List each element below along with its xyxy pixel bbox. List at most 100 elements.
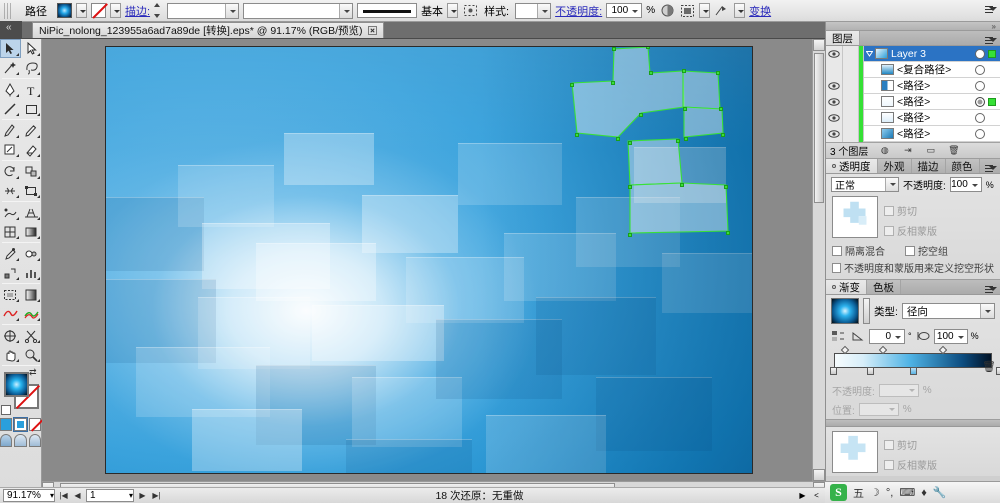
full-screen-mode-button[interactable] [28, 434, 41, 447]
gradient-panel-menu-icon[interactable] [985, 284, 997, 296]
tool-flyout-indicator[interactable] [16, 195, 19, 198]
tool-flyout-indicator[interactable] [37, 195, 40, 198]
keyboard-icon[interactable]: ⌨ [899, 486, 915, 499]
layer-row[interactable]: Layer 3 [826, 45, 1000, 62]
tab-primary[interactable]: 透明度 [826, 159, 878, 173]
tool-flyout-indicator[interactable] [16, 277, 19, 280]
transparency-panel-menu-icon[interactable] [985, 163, 997, 175]
isolate-blending-checkbox[interactable] [832, 245, 842, 256]
clip-checkbox-row-2[interactable]: 剪切 [884, 437, 1000, 452]
tool-flyout-indicator[interactable] [37, 135, 40, 138]
zoom-caret-icon[interactable]: ▾ [50, 491, 54, 500]
dock-expand-icon[interactable]: » [992, 22, 996, 31]
gradient-ramp[interactable] [834, 353, 992, 368]
normal-screen-mode-button[interactable] [0, 434, 13, 447]
tab-secondary-2[interactable]: 描边 [911, 159, 946, 173]
target-indicator-icon[interactable] [975, 48, 985, 59]
knockout-group-row[interactable]: 挖空组 [905, 243, 948, 258]
brush-definition-caret-icon[interactable] [447, 3, 459, 18]
tool-flyout-indicator[interactable] [37, 154, 40, 157]
visibility-toggle-icon[interactable] [826, 61, 843, 78]
mesh-tool[interactable] [0, 222, 21, 241]
visibility-toggle-icon[interactable] [826, 93, 843, 110]
last-artboard-button[interactable]: ▶| [151, 490, 162, 502]
tool-flyout-indicator[interactable] [37, 217, 40, 220]
style-combo[interactable] [515, 2, 552, 19]
transparency-opacity-input[interactable]: 100 [949, 177, 982, 192]
layer-row[interactable]: <复合路径> [826, 61, 1000, 78]
fill-swatch-icon[interactable] [57, 3, 72, 18]
invert-mask-checkbox[interactable] [884, 225, 894, 236]
gradient-stop[interactable] [866, 367, 874, 375]
tool-flyout-indicator[interactable] [37, 72, 40, 75]
tab-secondary-3[interactable]: 颜色 [945, 159, 980, 173]
target-indicator-icon[interactable] [975, 64, 985, 75]
prev-artboard-button[interactable]: ◀ [72, 490, 83, 502]
clip-checkbox[interactable] [884, 205, 894, 216]
scroll-up-arrow[interactable] [813, 39, 825, 51]
tool-flyout-indicator[interactable] [16, 236, 19, 239]
column-graph-tool[interactable] [21, 263, 42, 282]
eraser-tool[interactable] [21, 140, 42, 159]
transform-icon[interactable] [714, 3, 730, 19]
tool-flyout-indicator[interactable] [37, 236, 40, 239]
free-transform-tool[interactable] [21, 181, 42, 200]
direct-selection-tool[interactable] [21, 39, 42, 58]
tool-flyout-indicator[interactable] [16, 176, 19, 179]
target-indicator-icon[interactable] [975, 112, 985, 123]
tool-flyout-indicator[interactable] [16, 135, 19, 138]
tab-secondary-1[interactable]: 色板 [867, 280, 901, 294]
tool-flyout-indicator[interactable] [16, 72, 19, 75]
status-menu-caret-icon[interactable]: ▶ [797, 490, 808, 502]
gradient-stop[interactable] [830, 367, 837, 375]
target-indicator-icon[interactable] [975, 96, 985, 107]
gradient-type-combo[interactable]: 径向 [901, 303, 995, 319]
delete-layer-icon[interactable]: 🗑 [947, 145, 960, 157]
gradient-tool[interactable] [21, 222, 42, 241]
tool-flyout-indicator[interactable] [37, 277, 40, 280]
moon-icon[interactable]: ☽ [870, 486, 880, 499]
graphic-style-icon[interactable] [462, 3, 478, 19]
anchor-point[interactable] [616, 137, 620, 141]
delete-stop-icon[interactable]: 🗑 [981, 358, 997, 374]
visibility-toggle-icon[interactable] [826, 109, 843, 126]
isolate-blending-row[interactable]: 隔离混合 [832, 243, 885, 258]
tool-flyout-indicator[interactable] [37, 299, 40, 302]
fill-dropdown-arrow-icon[interactable] [76, 3, 87, 18]
layer-row[interactable]: <路径> [826, 77, 1000, 94]
tool-flyout-indicator[interactable] [37, 258, 40, 261]
opacity-label[interactable]: 不透明度: [555, 3, 602, 19]
lock-toggle-icon[interactable] [843, 45, 859, 62]
tool-flyout-indicator[interactable] [37, 113, 40, 116]
selection-indicator[interactable] [988, 49, 996, 58]
canvas-area[interactable] [42, 39, 825, 481]
tool-flyout-indicator[interactable] [16, 94, 19, 97]
tab-primary[interactable]: 渐变 [826, 280, 867, 294]
tool-flyout-indicator[interactable] [16, 258, 19, 261]
anchor-point[interactable] [649, 71, 653, 75]
magic-wand-tool[interactable] [0, 58, 21, 77]
slice-tool[interactable] [21, 285, 42, 304]
close-icon[interactable] [367, 26, 377, 35]
gradient-type-caret-icon[interactable] [980, 304, 994, 318]
transparency-thumbnail-2[interactable] [832, 431, 878, 473]
artboard-number-combo[interactable]: 1 ▾ [86, 489, 134, 502]
perspective-grid-tool[interactable] [21, 203, 42, 222]
gradient-angle-input[interactable]: 0 [869, 328, 905, 344]
tool-flyout-indicator[interactable] [37, 53, 40, 56]
anchor-point[interactable] [628, 141, 632, 145]
style-caret-icon[interactable] [537, 3, 551, 18]
tool-flyout-indicator[interactable] [37, 340, 40, 343]
selection-indicator[interactable] [988, 97, 996, 106]
tool-flyout-indicator[interactable] [16, 113, 19, 116]
layer-row[interactable]: <路径> [826, 125, 1000, 142]
anchor-point[interactable] [719, 107, 723, 111]
lock-toggle-icon[interactable] [843, 93, 859, 110]
artboard[interactable] [105, 46, 753, 474]
symbol-shifter-tool[interactable] [0, 326, 21, 345]
anchor-point[interactable] [684, 137, 688, 141]
gradient-slider-area[interactable]: 🗑 [826, 345, 1000, 381]
zoom-level-combo[interactable]: 91.17% ▾ [3, 489, 55, 502]
layer-row[interactable]: <路径> [826, 109, 1000, 126]
shape-builder-tool[interactable] [0, 203, 21, 222]
